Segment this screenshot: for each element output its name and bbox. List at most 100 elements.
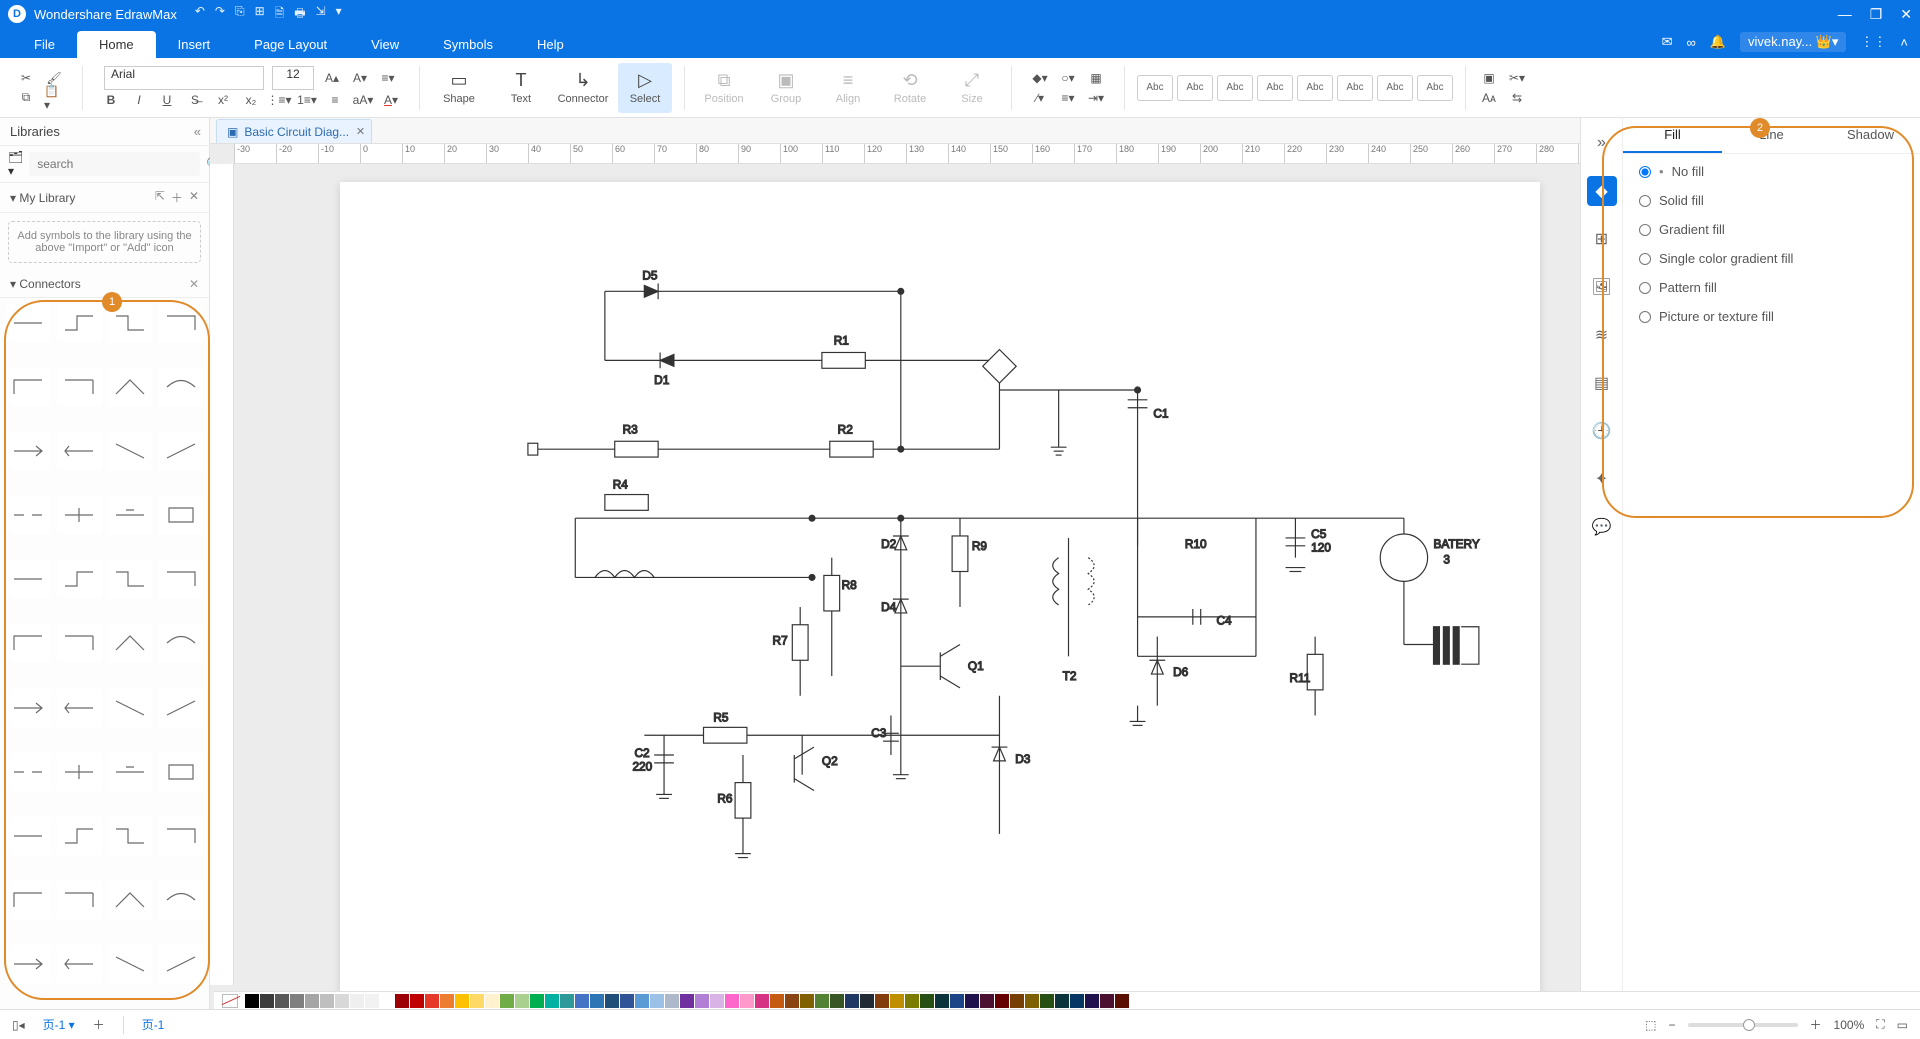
connector-shape[interactable] [6,945,51,983]
connector-shape[interactable] [108,368,153,406]
connector-shape[interactable] [108,304,153,342]
fit-icon[interactable]: ⬚ [1645,1018,1656,1032]
connector-shape[interactable] [108,753,153,791]
comment-category-icon[interactable]: 💬 [1587,512,1617,542]
fill-opt-single-gradient[interactable]: Single color gradient fill [1639,251,1904,266]
close-tab-icon[interactable]: ✕ [356,125,365,138]
layers-category-icon[interactable]: ≋ [1587,320,1617,350]
connectors-section-header[interactable]: ▾ Connectors ✕ [0,271,209,298]
new-icon[interactable]: ⎘ [235,4,245,25]
zoom-slider[interactable] [1688,1023,1798,1027]
redo-icon[interactable]: ↷ [215,4,225,25]
color-swatch[interactable] [1040,994,1054,1008]
color-swatch[interactable] [650,994,664,1008]
bold-icon[interactable]: B [101,90,121,110]
connector-shape[interactable] [158,496,203,534]
style-chip[interactable]: Abc [1377,75,1413,101]
numbering-icon[interactable]: 1≡▾ [297,90,317,110]
fill-opt-pattern[interactable]: Pattern fill [1639,280,1904,295]
style-chip[interactable]: Abc [1137,75,1173,101]
color-swatch[interactable] [515,994,529,1008]
color-swatch[interactable] [290,994,304,1008]
shape-outline-icon[interactable]: ○▾ [1058,68,1078,88]
library-menu-icon[interactable]: 🗂▾ [8,150,23,178]
strike-icon[interactable]: S̶ [185,90,205,110]
group-tool[interactable]: ▣Group [759,63,813,113]
connector-shape[interactable] [57,560,102,598]
crop-icon[interactable]: ✂▾ [1506,70,1528,86]
connector-shape[interactable] [57,304,102,342]
tab-help[interactable]: Help [515,31,586,58]
connector-shape[interactable] [158,432,203,470]
connector-shape[interactable] [57,496,102,534]
minimize-button[interactable]: — [1838,6,1852,23]
share-icon[interactable]: ✉ [1662,34,1673,50]
connector-shape[interactable] [6,496,51,534]
line-style-icon[interactable]: ∕▾ [1030,88,1050,108]
shrink-font-icon[interactable]: A▾ [350,68,370,88]
color-swatch[interactable] [695,994,709,1008]
add-page-button[interactable]: ＋ [93,1016,105,1033]
fill-color-icon[interactable]: ◆▾ [1030,68,1050,88]
connector-shape[interactable] [108,560,153,598]
connector-shape[interactable] [6,368,51,406]
library-search-input[interactable] [29,152,200,176]
color-swatch[interactable] [1070,994,1084,1008]
color-swatch[interactable] [980,994,994,1008]
subscript-icon[interactable]: x₂ [241,90,261,110]
color-swatch[interactable] [785,994,799,1008]
connector-shape[interactable] [57,945,102,983]
presentation-icon[interactable]: ▭ [1897,1018,1908,1032]
no-fill-swatch[interactable] [222,994,238,1008]
color-swatch[interactable] [590,994,604,1008]
font-family-select[interactable]: Arial [104,66,264,90]
open-icon[interactable]: ⊞ [255,4,265,25]
line-spacing-icon[interactable]: ≡ [325,90,345,110]
tab-fill[interactable]: Fill [1623,118,1722,153]
color-swatch[interactable] [635,994,649,1008]
zoom-out-button[interactable]: − [1669,1018,1676,1032]
history-category-icon[interactable]: 🕘 [1587,416,1617,446]
color-swatch[interactable] [410,994,424,1008]
color-swatch[interactable] [740,994,754,1008]
quick-styles[interactable]: Abc Abc Abc Abc Abc Abc Abc Abc [1137,75,1453,101]
cut-icon[interactable]: ✂ [16,68,36,88]
user-menu[interactable]: vivek.nay... 👑▾ [1740,32,1846,52]
fullscreen-icon[interactable]: ⛶ [1876,1017,1884,1032]
size-tool[interactable]: ⤢Size [945,63,999,113]
color-swatch[interactable] [275,994,289,1008]
connector-shape[interactable] [108,817,153,855]
drawing-page[interactable]: D5 R1 D1 R3 R2 [340,182,1540,1012]
connector-shape[interactable] [158,368,203,406]
color-swatch[interactable] [680,994,694,1008]
color-swatch[interactable] [470,994,484,1008]
focus-mode-icon[interactable]: ▣ [1478,70,1500,86]
align-tool[interactable]: ≡Align [821,63,875,113]
color-swatch[interactable] [530,994,544,1008]
color-swatch[interactable] [305,994,319,1008]
grow-font-icon[interactable]: A▴ [322,68,342,88]
page-category-icon[interactable]: ▤ [1587,368,1617,398]
arrange-category-icon[interactable]: ✦ [1587,464,1617,494]
copy-icon[interactable]: ⧉ [16,88,36,108]
text-tool[interactable]: TText [494,63,548,113]
import-icon[interactable]: ⇱ [155,189,165,206]
line-weight-icon[interactable]: ≡▾ [1058,88,1078,108]
color-swatch[interactable] [815,994,829,1008]
my-library-section[interactable]: ▾ My Library ⇱＋✕ [0,183,209,213]
bullets-icon[interactable]: ⋮≡▾ [269,90,289,110]
font-color-icon[interactable]: A▾ [381,90,401,110]
tab-page-layout[interactable]: Page Layout [232,31,349,58]
position-tool[interactable]: ⧉Position [697,63,751,113]
color-swatch[interactable] [320,994,334,1008]
save-icon[interactable]: 🗎 [275,4,285,25]
connector-shape[interactable] [108,496,153,534]
color-swatch[interactable] [560,994,574,1008]
connector-shape[interactable] [108,689,153,727]
color-swatch[interactable] [665,994,679,1008]
shape-tool[interactable]: ▭Shape [432,63,486,113]
fill-category-icon[interactable]: ◆ [1587,176,1617,206]
color-swatch[interactable] [245,994,259,1008]
arrow-style-icon[interactable]: ⇥▾ [1086,88,1106,108]
color-swatch[interactable] [395,994,409,1008]
